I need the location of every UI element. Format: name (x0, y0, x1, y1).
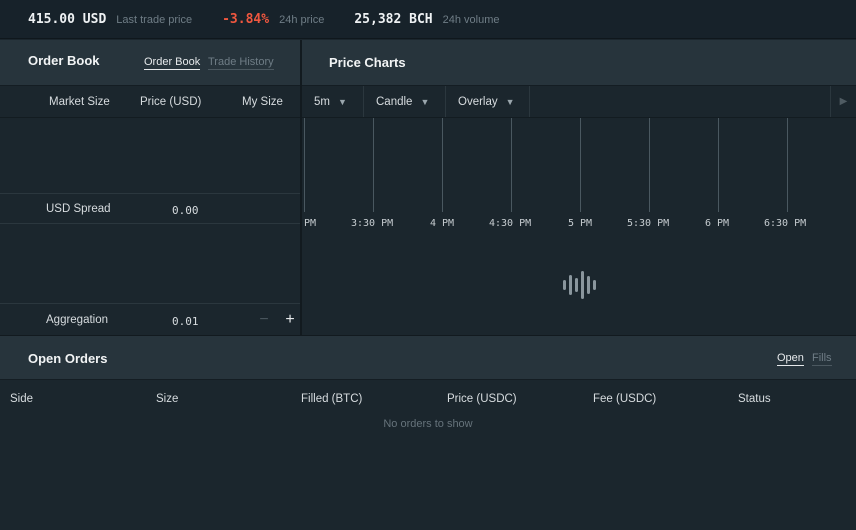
price-charts-header: Price Charts (302, 40, 856, 86)
tab-order-book[interactable]: Order Book (144, 56, 201, 70)
aggregation-label: Aggregation (46, 314, 109, 326)
chevron-down-icon: ▼ (337, 96, 347, 107)
price-change-label: 24h price (279, 13, 325, 26)
chart-gridline (787, 118, 788, 212)
open-orders-title: Open Orders (28, 351, 108, 366)
tab-fills[interactable]: Fills (812, 352, 832, 366)
ticker-bar: 415.00 USD Last trade price -3.84% 24h p… (0, 0, 856, 39)
spread-label: USD Spread (46, 203, 111, 215)
spread-value: 0.00 (172, 204, 199, 217)
column-status: Status (738, 393, 771, 405)
time-tick: PM (304, 218, 317, 229)
chart-gridline (718, 118, 719, 212)
price-charts-title: Price Charts (329, 55, 406, 70)
chart-type-dropdown[interactable]: Candle ▼ (364, 86, 446, 117)
play-icon[interactable]: ▶ (830, 86, 856, 117)
order-book-header: Order Book Order Book Trade History (0, 40, 300, 86)
overlay-value: Overlay (458, 95, 498, 108)
interval-dropdown[interactable]: 5m ▼ (302, 86, 364, 117)
open-orders-header: Open Orders Open Fills (0, 335, 856, 380)
tab-open[interactable]: Open (777, 352, 804, 366)
time-tick: 4:30 PM (489, 218, 532, 229)
aggregation-increase-button[interactable]: + (279, 309, 301, 331)
last-trade-price: 415.00 USD Last trade price (28, 12, 192, 27)
time-tick: 3:30 PM (351, 218, 394, 229)
chart-toolbar: 5m ▼ Candle ▼ Overlay ▼ ▶ (302, 86, 856, 118)
time-tick: 5:30 PM (627, 218, 670, 229)
column-price: Price (USDC) (447, 393, 517, 405)
price-change-value: -3.84% (222, 11, 270, 27)
aggregation-value: 0.01 (172, 315, 199, 328)
time-tick: 5 PM (568, 218, 593, 229)
column-side: Side (10, 393, 34, 405)
time-tick: 4 PM (430, 218, 455, 229)
chart-gridline (649, 118, 650, 212)
panel-divider (300, 40, 302, 335)
column-price: Price (USD) (140, 96, 202, 108)
time-tick: 6 PM (705, 218, 730, 229)
chart-type-value: Candle (376, 95, 413, 108)
volume-value: 25,382 BCH (354, 11, 433, 27)
spread-row: USD Spread 0.00 (0, 193, 300, 224)
price-change: -3.84% 24h price (222, 12, 324, 27)
interval-value: 5m (314, 95, 330, 108)
chart-gridline (304, 118, 305, 212)
last-price-value: 415.00 USD (28, 11, 107, 27)
tab-trade-history[interactable]: Trade History (208, 56, 274, 70)
column-fee: Fee (USDC) (593, 393, 657, 405)
volume: 25,382 BCH 24h volume (354, 12, 499, 27)
waveform-loading-icon (563, 271, 596, 299)
chart-gridline (442, 118, 443, 212)
order-book-title: Order Book (28, 53, 100, 68)
empty-orders-message: No orders to show (383, 418, 473, 430)
order-book-columns: Market Size Price (USD) My Size (0, 86, 300, 118)
column-filled: Filled (BTC) (301, 393, 363, 405)
column-size: Size (156, 393, 179, 405)
chart-gridline (580, 118, 581, 212)
chart-gridline (373, 118, 374, 212)
volume-label: 24h volume (442, 13, 500, 26)
column-my-size: My Size (242, 96, 283, 108)
overlay-dropdown[interactable]: Overlay ▼ (446, 86, 530, 117)
last-price-label: Last trade price (116, 13, 193, 26)
time-tick: 6:30 PM (764, 218, 807, 229)
chevron-down-icon: ▼ (505, 96, 515, 107)
chevron-down-icon: ▼ (420, 96, 430, 107)
aggregation-decrease-button[interactable]: − (253, 309, 275, 331)
column-market-size: Market Size (49, 96, 110, 108)
chart-gridline (511, 118, 512, 212)
